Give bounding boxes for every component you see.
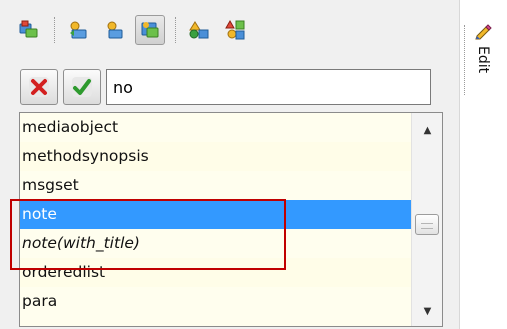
append-child-icon [141, 22, 159, 38]
list-item[interactable]: para [20, 287, 412, 316]
element-list-items: mediaobject methodsynopsis msgset note n… [20, 113, 412, 316]
insert-before-icon [70, 21, 87, 39]
list-item[interactable]: methodsynopsis [20, 142, 412, 171]
replace-element-icon [225, 19, 245, 40]
close-icon [29, 77, 49, 97]
toolbar-separator [175, 17, 176, 43]
insert-before-button[interactable] [63, 15, 93, 45]
scroll-up-arrow-icon[interactable]: ▲ [412, 117, 442, 143]
scroll-down-arrow-icon[interactable]: ▼ [412, 298, 442, 324]
convert-element-button[interactable] [184, 15, 214, 45]
toolbar [14, 10, 256, 50]
side-tab-label: Edit [475, 46, 491, 74]
list-scrollbar[interactable]: ▲ ▼ [411, 113, 442, 326]
list-item[interactable]: msgset [20, 171, 412, 200]
element-chooser-panel: mediaobject methodsynopsis msgset note n… [0, 0, 460, 329]
insert-element-icon [19, 20, 38, 38]
panel-resize-grip[interactable] [464, 25, 467, 95]
search-row [20, 69, 431, 105]
checkmark-icon [72, 77, 92, 97]
element-list[interactable]: mediaobject methodsynopsis msgset note n… [19, 112, 443, 327]
cancel-button[interactable] [20, 69, 58, 105]
list-item[interactable]: mediaobject [20, 113, 412, 142]
search-input[interactable] [106, 69, 431, 105]
accept-button[interactable] [63, 69, 101, 105]
insert-element-button[interactable] [14, 15, 44, 45]
replace-element-button[interactable] [220, 15, 250, 45]
list-item[interactable]: note(with_title) [20, 229, 412, 258]
list-item[interactable]: orderedlist [20, 258, 412, 287]
scrollbar-thumb[interactable] [415, 214, 439, 235]
insert-after-icon [107, 21, 123, 39]
side-tab-edit[interactable]: Edit [470, 22, 496, 102]
pencil-icon [475, 24, 492, 40]
insert-after-button[interactable] [99, 15, 129, 45]
convert-element-icon [189, 21, 209, 39]
toolbar-separator [54, 17, 55, 43]
list-item-selected[interactable]: note [20, 200, 412, 229]
append-child-button[interactable] [135, 15, 165, 45]
